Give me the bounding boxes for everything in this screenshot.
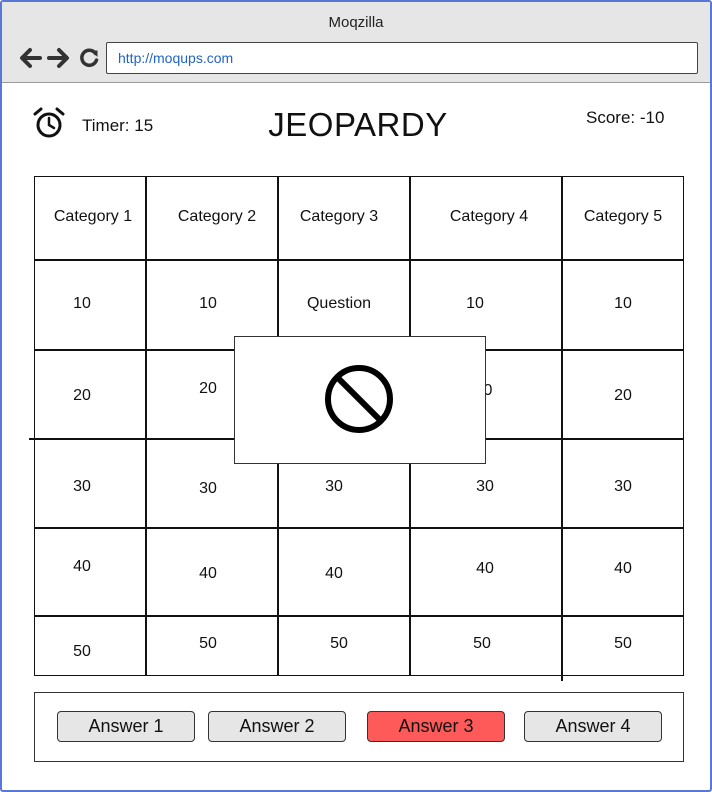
board-cell[interactable]: 50 <box>614 635 632 653</box>
score-label: Score: -10 <box>586 108 665 127</box>
grid-column-divider <box>145 177 147 675</box>
prohibited-icon <box>325 365 393 433</box>
board-cell[interactable]: 30 <box>325 478 343 496</box>
category-header: Category 5 <box>583 208 663 225</box>
arrow-left-icon <box>20 48 42 68</box>
back-button[interactable] <box>18 46 42 70</box>
grid-row-divider <box>35 615 683 617</box>
board-cell[interactable]: 50 <box>473 635 491 653</box>
browser-chrome: Moqzilla http://moqups.com <box>2 2 710 83</box>
board-cell[interactable]: 10 <box>73 295 91 313</box>
browser-window: Moqzilla http://moqups.com Timer: 15 JEO… <box>0 0 712 792</box>
address-bar-url: http://moqups.com <box>118 50 234 66</box>
board-cell[interactable]: Question <box>307 295 371 313</box>
board-cell[interactable]: 50 <box>199 635 217 653</box>
board-cell[interactable]: 20 <box>614 387 632 405</box>
board-cell[interactable]: 20 <box>199 380 217 398</box>
reload-button[interactable] <box>77 46 101 70</box>
board-cell[interactable]: 40 <box>199 565 217 583</box>
answer-3-button[interactable]: Answer 3 <box>367 711 505 742</box>
board-cell[interactable]: 30 <box>614 478 632 496</box>
reload-icon <box>80 48 99 67</box>
board-cell[interactable]: 10 <box>614 295 632 313</box>
category-header: Category 4 <box>449 208 529 225</box>
board-cell[interactable]: 40 <box>325 565 343 583</box>
grid-column-divider <box>561 177 563 681</box>
board-cell[interactable]: 10 <box>466 295 484 313</box>
arrow-right-icon <box>47 48 69 68</box>
board-cell[interactable]: 30 <box>199 480 217 498</box>
forward-button[interactable] <box>47 46 71 70</box>
answer-2-button[interactable]: Answer 2 <box>208 711 346 742</box>
answer-4-button[interactable]: Answer 4 <box>524 711 662 742</box>
blocked-overlay <box>234 336 486 464</box>
grid-row-divider <box>35 259 683 261</box>
category-header: Category 2 <box>177 208 257 225</box>
board-cell[interactable]: 40 <box>73 558 91 576</box>
board-cell[interactable]: 50 <box>330 635 348 653</box>
board-cell[interactable]: 50 <box>73 643 91 661</box>
board-cell[interactable]: 40 <box>614 560 632 578</box>
board-cell[interactable]: 30 <box>73 478 91 496</box>
answer-1-button[interactable]: Answer 1 <box>57 711 195 742</box>
grid-row-divider <box>35 527 683 529</box>
window-title: Moqzilla <box>328 14 384 31</box>
board-cell[interactable]: 10 <box>199 295 217 313</box>
address-bar[interactable]: http://moqups.com <box>106 42 698 74</box>
category-header: Category 3 <box>299 208 379 225</box>
board-cell[interactable]: 20 <box>73 387 91 405</box>
board-cell[interactable]: 30 <box>476 478 494 496</box>
board-cell[interactable]: 40 <box>476 560 494 578</box>
category-header: Category 1 <box>53 208 133 225</box>
answers-panel: Answer 1 Answer 2 Answer 3 Answer 4 <box>34 692 684 762</box>
